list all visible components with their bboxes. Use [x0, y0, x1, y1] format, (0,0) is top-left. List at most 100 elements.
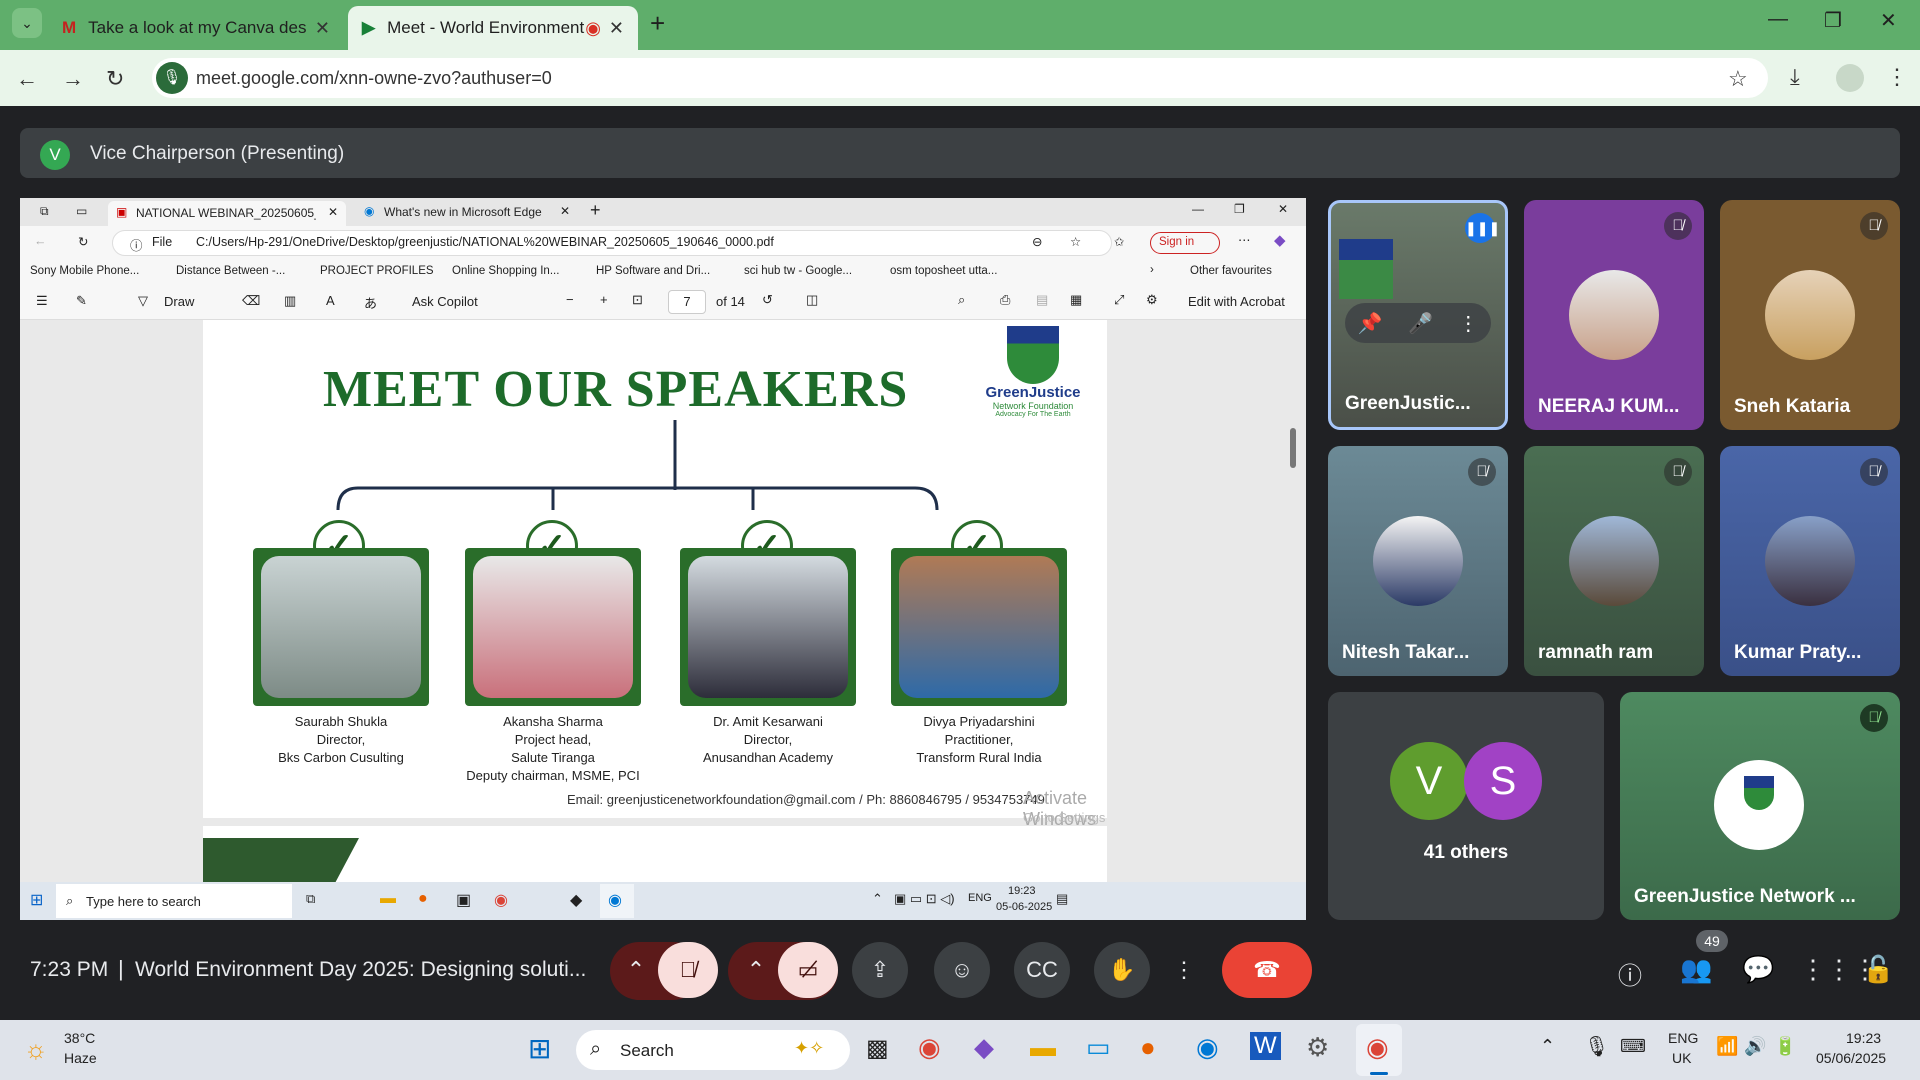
profile-avatar[interactable] — [1836, 64, 1864, 92]
bookmark-item[interactable]: osm toposheet utta... — [890, 265, 997, 277]
bookmark-item[interactable]: sci hub tw - Google... — [744, 265, 852, 277]
clock-time[interactable]: 19:23 — [1846, 1030, 1881, 1046]
tile-more-icon[interactable]: ⋮ — [1458, 311, 1478, 336]
emoji-button[interactable]: ☺ — [934, 942, 990, 998]
highlight-icon[interactable]: ✎ — [76, 293, 87, 309]
participant-tile[interactable]: 🎙̸ ramnath ram — [1524, 446, 1704, 676]
close-tab-icon[interactable]: ✕ — [328, 205, 338, 219]
taskbar-search-box[interactable]: ⌕ Type here to search — [56, 884, 292, 918]
captions-button[interactable]: CC — [1014, 942, 1070, 998]
tab-search-chevron-icon[interactable]: ⌄ — [12, 8, 42, 38]
more-menu-icon[interactable]: ⋮ — [1886, 64, 1908, 90]
present-screen-button[interactable]: ⇪ — [852, 942, 908, 998]
chevron-right-icon[interactable]: › — [1150, 264, 1154, 276]
chrome-active-button[interactable]: ◉ — [1356, 1024, 1402, 1076]
download-icon[interactable]: ⤓ — [1790, 64, 1800, 90]
copilot-icon[interactable]: ◆ — [1274, 231, 1286, 249]
edge-tab-pdf[interactable]: ▣ NATIONAL WEBINAR_20250605_ ✕ — [108, 201, 346, 226]
page-view-icon[interactable]: ◫ — [806, 292, 818, 308]
file-explorer-icon[interactable]: ▬ — [380, 890, 396, 908]
page-number-input[interactable]: 7 — [668, 290, 706, 314]
chrome-icon[interactable]: ◉ — [494, 890, 508, 910]
close-window-icon[interactable]: ✕ — [1278, 202, 1288, 216]
contents-icon[interactable]: ☰ — [36, 293, 48, 309]
favorites-icon[interactable]: ✩ — [1114, 234, 1124, 249]
chat-icon[interactable]: 💬 — [1742, 954, 1774, 985]
video-options-chevron-icon[interactable]: ⌃ — [728, 942, 784, 998]
edge-taskbar-button[interactable]: ◉ — [600, 884, 634, 918]
pin-icon[interactable]: 📌 — [1358, 311, 1383, 336]
edge-icon[interactable]: ◉ — [1196, 1032, 1219, 1063]
draw-icon[interactable]: ▽ — [138, 293, 148, 309]
audio-options-chevron-icon[interactable]: ⌃ — [608, 942, 664, 998]
new-tab-icon[interactable]: + — [590, 200, 601, 221]
close-tab-icon[interactable]: ✕ — [560, 204, 570, 218]
task-view-icon[interactable]: ⧉ — [306, 891, 315, 907]
zoom-out-icon[interactable]: − — [566, 292, 574, 307]
weather-condition[interactable]: Haze — [64, 1050, 97, 1066]
language-indicator[interactable]: ENG — [968, 892, 992, 904]
reload-icon[interactable]: ↻ — [106, 66, 124, 92]
windows-start-icon[interactable]: ⊞ — [528, 1032, 551, 1065]
minimize-icon[interactable]: — — [1192, 202, 1204, 216]
close-tab-icon[interactable]: ✕ — [315, 18, 330, 39]
mic-icon[interactable]: 🎤 — [1408, 311, 1433, 336]
close-tab-icon[interactable]: ✕ — [609, 18, 624, 39]
mic-off-button[interactable]: 🎙̸ — [658, 942, 718, 998]
edge-workspaces-icon[interactable]: ⧉ — [40, 204, 49, 219]
file-explorer-icon[interactable]: ▬ — [1030, 1032, 1056, 1063]
people-icon[interactable]: 👥 — [1680, 954, 1712, 985]
edge-tab-actions-icon[interactable]: ▭ — [76, 204, 87, 218]
minimize-icon[interactable]: — — [1768, 8, 1788, 31]
participant-tile[interactable]: 🎙̸ Kumar Praty... — [1720, 446, 1900, 676]
close-window-icon[interactable]: ✕ — [1880, 8, 1897, 33]
participant-tile[interactable]: 🎙̸ GreenJustice Network ... — [1620, 692, 1900, 920]
participant-tile[interactable]: ❚❚❚ 📌 🎤 ⋮ GreenJustic... — [1328, 200, 1508, 430]
restore-icon[interactable]: ❐ — [1824, 8, 1842, 33]
edit-with-acrobat[interactable]: Edit with Acrobat — [1188, 294, 1285, 309]
text-box-icon[interactable]: ▥ — [284, 293, 296, 309]
bookmark-item[interactable]: HP Software and Dri... — [596, 265, 710, 277]
search-icon[interactable]: ⌕ — [958, 292, 965, 308]
bookmark-star-icon[interactable]: ☆ — [1728, 66, 1748, 92]
more-options-icon[interactable]: ⋮ — [1164, 942, 1204, 998]
camera-off-button[interactable]: ▭̸ — [778, 942, 838, 998]
copilot-icon[interactable]: ◆ — [974, 1032, 994, 1063]
participant-tile[interactable]: 🎙̸ NEERAJ KUM... — [1524, 200, 1704, 430]
bookmark-item[interactable]: Distance Between -... — [176, 265, 285, 277]
keyboard-layout[interactable]: UK — [1672, 1050, 1691, 1066]
volume-icon[interactable]: 🔊 — [1744, 1036, 1766, 1057]
tray-chevron-icon[interactable]: ⌃ — [872, 891, 883, 907]
weather-temp[interactable]: 38°C — [64, 1030, 95, 1046]
meeting-info-icon[interactable]: ⓘ — [1618, 956, 1642, 991]
clock-date[interactable]: 05/06/2025 — [1816, 1050, 1886, 1066]
battery-icon[interactable]: 🔋 — [1774, 1036, 1796, 1057]
sign-in-button[interactable]: Sign in — [1150, 232, 1220, 254]
keyboard-icon[interactable]: ⌨ — [1620, 1036, 1646, 1057]
rotate-icon[interactable]: ↺ — [762, 292, 773, 308]
back-icon[interactable]: ← — [16, 66, 38, 92]
settings-icon[interactable]: ⚙ — [1306, 1032, 1329, 1063]
bookmark-item[interactable]: Online Shopping In... — [452, 265, 559, 277]
chrome-icon[interactable]: ◉ — [918, 1032, 941, 1063]
mic-icon[interactable]: 🎙 — [1584, 1034, 1609, 1059]
ask-copilot-button[interactable]: Ask Copilot — [412, 294, 478, 309]
tray-chevron-icon[interactable]: ⌃ — [1540, 1036, 1555, 1057]
language-indicator[interactable]: ENG — [1668, 1030, 1698, 1046]
fullscreen-icon[interactable]: ⤢ — [1114, 292, 1124, 308]
translate-icon[interactable]: あ — [364, 293, 377, 312]
bookmark-item[interactable]: PROJECT PROFILES — [320, 265, 434, 277]
forward-icon[interactable]: → — [62, 66, 84, 92]
wifi-icon[interactable]: 📶 — [1716, 1036, 1738, 1057]
participant-tile[interactable]: 🎙̸ Sneh Kataria — [1720, 200, 1900, 430]
reload-icon[interactable]: ↻ — [78, 234, 88, 249]
word-icon[interactable]: W — [1250, 1032, 1281, 1060]
read-aloud-icon[interactable]: A — [326, 293, 335, 308]
firefox-icon[interactable]: ● — [1140, 1032, 1156, 1063]
save-as-icon[interactable]: ▦ — [1070, 292, 1082, 308]
zoom-icon[interactable]: ⊖ — [1032, 234, 1042, 249]
firefox-icon[interactable]: ● — [418, 890, 428, 908]
taskbar-search-box[interactable]: ⌕ Search ✦✧ — [576, 1030, 850, 1070]
task-view-icon[interactable]: ▩ — [866, 1034, 889, 1063]
raise-hand-button[interactable]: ✋ — [1094, 942, 1150, 998]
